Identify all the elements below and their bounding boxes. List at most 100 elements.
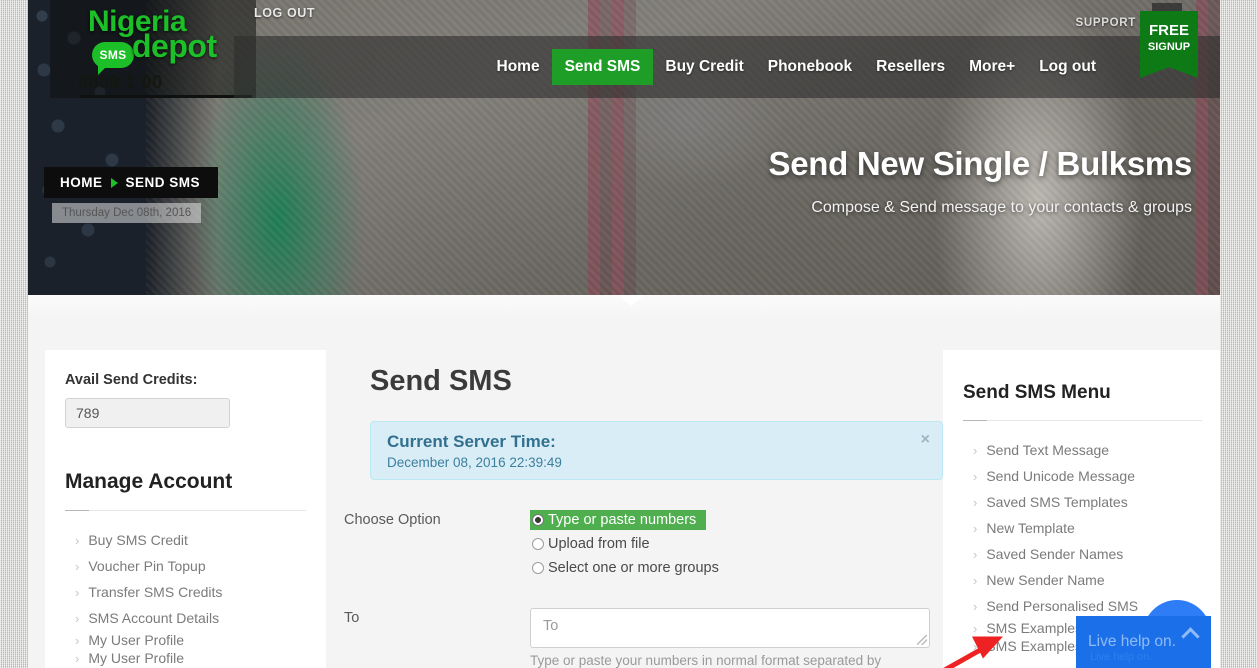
avail-credits-value[interactable]: 789: [65, 398, 230, 428]
radio-label: Select one or more groups: [548, 560, 719, 576]
close-icon[interactable]: ×: [921, 432, 930, 448]
sidebar-item-sms-account-details[interactable]: › SMS Account Details: [65, 605, 306, 631]
sidebar-item-label: Send Personalised SMS: [986, 598, 1139, 614]
sidebar-item-my-user-profile[interactable]: › My User Profile: [65, 631, 306, 649]
sidebar-item-label: My User Profile: [88, 650, 185, 666]
resize-handle-icon[interactable]: [917, 635, 927, 645]
avail-credits-label: Avail Send Credits:: [65, 372, 198, 388]
sidebar-item-label: Saved Sender Names: [986, 546, 1124, 562]
nav-item-log-out[interactable]: Log out: [1027, 50, 1108, 84]
sidebar-item-label: SMS Examples: [986, 620, 1083, 636]
free-signup-line2: SIGNUP: [1147, 40, 1191, 53]
sidebar-item-buy-sms-credit[interactable]: › Buy SMS Credit: [65, 527, 306, 553]
chevron-right-icon: ›: [973, 546, 978, 562]
send-sms-form: Send SMS Current Server Time: December 0…: [343, 350, 943, 668]
sidebar-item-label: Send Text Message: [986, 442, 1110, 458]
manage-account-menu: › Buy SMS Credit › Voucher Pin Topup › T…: [65, 527, 306, 667]
to-row: To To Type or paste your numbers in norm…: [344, 608, 943, 668]
top-utility-bar: LOG OUT SUPPORT: [28, 0, 1220, 36]
manage-account-divider: [65, 510, 306, 511]
radio-button-icon: [532, 538, 544, 550]
manage-account-heading: Manage Account: [65, 470, 233, 493]
top-logout-link[interactable]: LOG OUT: [254, 6, 315, 20]
free-signup-line1: FREE: [1148, 22, 1189, 39]
hero-title: Send New Single / Bulksms: [768, 145, 1193, 182]
nav-item-send-sms[interactable]: Send SMS: [551, 49, 654, 85]
radio-type-or-paste-numbers[interactable]: Type or paste numbers: [530, 510, 707, 530]
live-chat-bar[interactable]: Live help on. Live help on.: [1076, 616, 1211, 668]
logo-sms-bubble-icon: SMS: [92, 42, 134, 75]
choose-option-label: Choose Option: [344, 512, 441, 528]
hero-subtitle: Compose & Send message to your contacts …: [811, 199, 1192, 216]
sidebar-item-label: Send Unicode Message: [986, 468, 1135, 484]
chevron-right-icon: ›: [75, 610, 80, 626]
sidebar-item-send-text-message[interactable]: › Send Text Message: [963, 437, 1202, 463]
chevron-right-icon: ›: [973, 598, 978, 614]
nav-item-more[interactable]: More+: [957, 50, 1027, 84]
breadcrumb-home[interactable]: HOME: [60, 175, 103, 190]
nav-item-phonebook[interactable]: Phonebook: [756, 50, 864, 84]
to-label: To: [344, 610, 360, 626]
chevron-right-icon: ›: [973, 442, 978, 458]
chevron-right-icon: ›: [75, 632, 80, 648]
chevron-up-icon[interactable]: [1181, 627, 1200, 646]
radio-upload-from-file[interactable]: Upload from file: [530, 534, 654, 554]
logo-phone-number: 0809 1 00: [78, 72, 163, 92]
chevron-right-icon: ›: [973, 638, 978, 654]
server-time-alert-title: Current Server Time:: [387, 432, 556, 451]
chevron-right-icon: ›: [973, 572, 978, 588]
breadcrumb[interactable]: HOME SEND SMS: [44, 167, 219, 198]
hero-banner: LOG OUT SUPPORT Nigeria SMS depot 0809 1…: [28, 0, 1220, 295]
nav-item-resellers[interactable]: Resellers: [864, 50, 957, 84]
sidebar-item-label: Voucher Pin Topup: [88, 558, 206, 574]
to-field-wrapper: To Type or paste your numbers in normal …: [530, 608, 950, 668]
sidebar-item-label: New Sender Name: [986, 572, 1105, 588]
radio-select-groups[interactable]: Select one or more groups: [530, 558, 723, 578]
sidebar-item-new-sender-name[interactable]: › New Sender Name: [963, 567, 1202, 593]
server-time-alert-body: December 08, 2016 22:39:49: [387, 455, 562, 470]
live-chat-sublabel: Live help on.: [1090, 651, 1153, 663]
sidebar-item-label: SMS Account Details: [88, 610, 220, 626]
send-sms-menu-heading: Send SMS Menu: [963, 382, 1111, 403]
chevron-right-icon: ›: [75, 650, 80, 666]
app-root: LOG OUT SUPPORT Nigeria SMS depot 0809 1…: [0, 0, 1257, 668]
choose-option-row: Choose Option Type or paste numbers Uplo…: [344, 510, 943, 582]
nav-item-buy-credit[interactable]: Buy Credit: [653, 50, 755, 84]
support-link[interactable]: SUPPORT: [1076, 17, 1137, 29]
chevron-right-icon: ›: [973, 468, 978, 484]
radio-label: Upload from file: [548, 536, 650, 552]
chevron-right-icon: ›: [75, 584, 80, 600]
nav-items: Home Send SMS Buy Credit Phonebook Resel…: [485, 36, 1109, 98]
radio-button-icon: [532, 562, 544, 574]
sidebar-item-label: Transfer SMS Credits: [88, 584, 223, 600]
server-time-alert: Current Server Time: December 08, 2016 2…: [370, 421, 943, 480]
sidebar-item-label: SMS Examples: [986, 638, 1083, 654]
radio-label: Type or paste numbers: [548, 512, 697, 528]
sidebar-item-saved-sender-names[interactable]: › Saved Sender Names: [963, 541, 1202, 567]
sidebar-item-saved-sms-templates[interactable]: › Saved SMS Templates: [963, 489, 1202, 515]
sidebar-item-voucher-pin-topup[interactable]: › Voucher Pin Topup: [65, 553, 306, 579]
hero-bottom-notch: [28, 295, 1220, 321]
chevron-right-icon: ›: [973, 520, 978, 536]
main-content: Avail Send Credits: 789 Manage Account ›…: [28, 321, 1220, 668]
left-sidebar: Avail Send Credits: 789 Manage Account ›…: [45, 350, 326, 668]
sidebar-item-new-template[interactable]: › New Template: [963, 515, 1202, 541]
sidebar-item-label: Saved SMS Templates: [986, 494, 1128, 510]
sidebar-item-label: My User Profile: [88, 632, 185, 648]
sidebar-item-my-user-profile-duplicate[interactable]: › My User Profile: [65, 649, 306, 667]
sidebar-item-transfer-sms-credits[interactable]: › Transfer SMS Credits: [65, 579, 306, 605]
nav-item-home[interactable]: Home: [485, 50, 552, 84]
chevron-right-icon: ›: [75, 558, 80, 574]
sidebar-item-label: New Template: [986, 520, 1075, 536]
sidebar-item-send-unicode-message[interactable]: › Send Unicode Message: [963, 463, 1202, 489]
breadcrumb-current: SEND SMS: [125, 175, 201, 190]
main-navigation: Home Send SMS Buy Credit Phonebook Resel…: [234, 36, 1220, 98]
to-input[interactable]: To: [530, 608, 930, 648]
chevron-right-icon: ›: [75, 532, 80, 548]
page-right-margin: [1220, 0, 1257, 668]
to-helper-text: Type or paste your numbers in normal for…: [530, 653, 882, 668]
chevron-right-icon: ›: [973, 620, 978, 636]
chevron-right-icon: [110, 177, 118, 188]
logo-underline: [80, 95, 252, 98]
page-title: Send SMS: [370, 365, 512, 397]
